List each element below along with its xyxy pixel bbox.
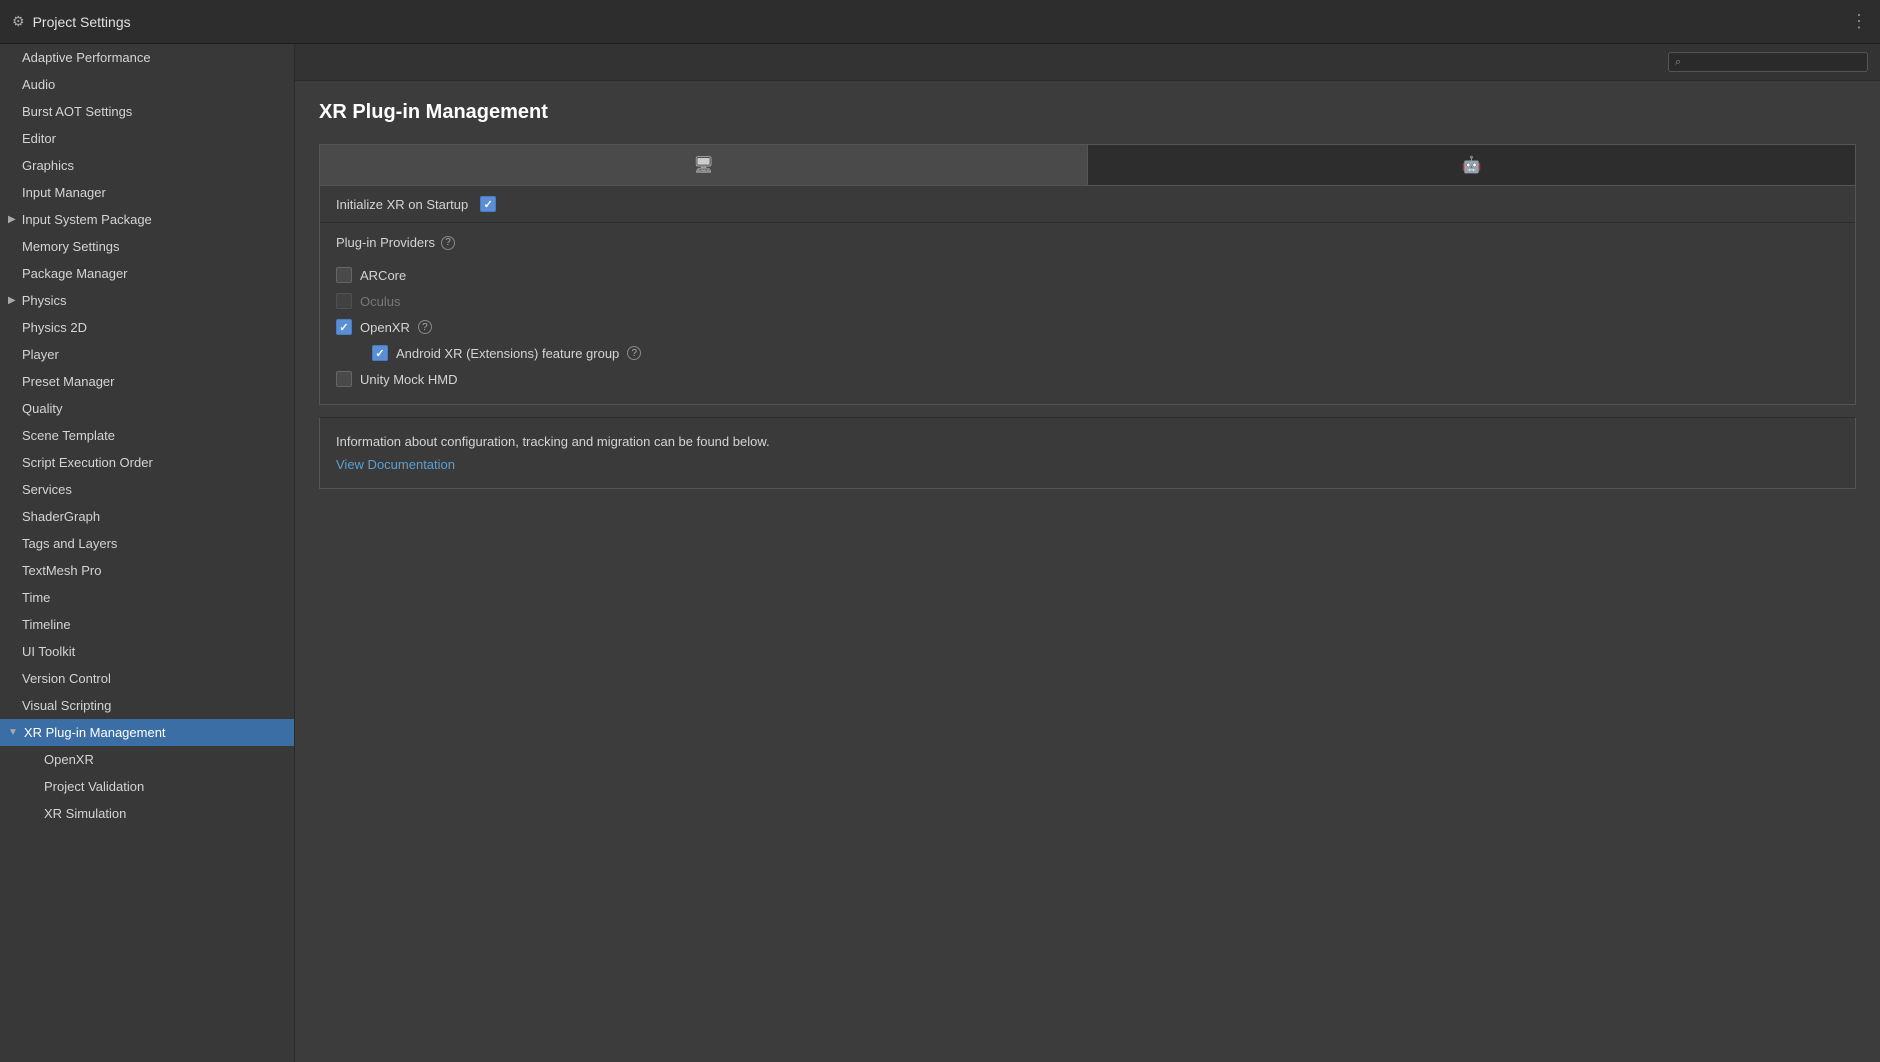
- search-bar: ⌕: [295, 44, 1880, 81]
- initialize-xr-checkbox[interactable]: [480, 196, 496, 212]
- arcore-checkbox[interactable]: [336, 267, 352, 283]
- arrow-down-icon: ▼: [8, 727, 18, 738]
- main-layout: Adaptive Performance Audio Burst AOT Set…: [0, 44, 1880, 1062]
- tabs-row: 🖥 🤖: [319, 144, 1856, 186]
- unity-mock-hmd-checkbox[interactable]: [336, 371, 352, 387]
- info-text: Information about configuration, trackin…: [336, 434, 1839, 449]
- provider-android-xr: Android XR (Extensions) feature group ?: [336, 340, 1839, 366]
- settings-panel: Initialize XR on Startup Plug-in Provide…: [319, 186, 1856, 405]
- android-icon: 🤖: [1462, 155, 1482, 175]
- content-area: ⌕ XR Plug-in Management 🖥 🤖 Initializ: [295, 44, 1880, 1062]
- sidebar-item-ui-toolkit[interactable]: UI Toolkit: [0, 638, 294, 665]
- tab-pc[interactable]: 🖥: [320, 145, 1088, 185]
- provider-arcore: ARCore: [336, 262, 1839, 288]
- oculus-checkbox[interactable]: [336, 293, 352, 309]
- sidebar-item-graphics[interactable]: Graphics: [0, 152, 294, 179]
- arrow-icon: ▶: [8, 214, 16, 225]
- arrow-icon: ▶: [8, 295, 16, 306]
- info-section: Information about configuration, trackin…: [319, 417, 1856, 489]
- sidebar-item-input-manager[interactable]: Input Manager: [0, 179, 294, 206]
- sidebar-item-tags-and-layers[interactable]: Tags and Layers: [0, 530, 294, 557]
- oculus-label: Oculus: [360, 294, 400, 309]
- sidebar-item-script-execution-order[interactable]: Script Execution Order: [0, 449, 294, 476]
- sidebar-item-services[interactable]: Services: [0, 476, 294, 503]
- providers-header: Plug-in Providers ?: [336, 235, 1839, 250]
- sidebar-item-xr-simulation[interactable]: XR Simulation: [0, 800, 294, 827]
- providers-section: Plug-in Providers ? ARCore Oculus: [320, 223, 1855, 404]
- provider-unity-mock-hmd: Unity Mock HMD: [336, 366, 1839, 392]
- sidebar-item-input-system-package[interactable]: ▶ Input System Package: [0, 206, 294, 233]
- sidebar-item-audio[interactable]: Audio: [0, 71, 294, 98]
- sidebar-item-adaptive-performance[interactable]: Adaptive Performance: [0, 44, 294, 71]
- android-xr-label: Android XR (Extensions) feature group: [396, 346, 619, 361]
- sidebar-item-xr-plugin-management[interactable]: ▼ XR Plug-in Management: [0, 719, 294, 746]
- sidebar-item-openxr[interactable]: OpenXR: [0, 746, 294, 773]
- settings-icon: ⚙: [12, 13, 25, 30]
- monitor-icon: 🖥: [693, 155, 713, 175]
- openxr-label: OpenXR: [360, 320, 410, 335]
- providers-help-icon[interactable]: ?: [441, 236, 455, 250]
- initialize-xr-row: Initialize XR on Startup: [320, 186, 1855, 223]
- provider-openxr: OpenXR ?: [336, 314, 1839, 340]
- sidebar-item-timeline[interactable]: Timeline: [0, 611, 294, 638]
- window-title: Project Settings: [33, 14, 131, 30]
- view-documentation-link[interactable]: View Documentation: [336, 457, 455, 472]
- title-bar-left: ⚙ Project Settings: [12, 13, 131, 30]
- arcore-label: ARCore: [360, 268, 406, 283]
- sidebar-item-preset-manager[interactable]: Preset Manager: [0, 368, 294, 395]
- sidebar-item-burst-aot-settings[interactable]: Burst AOT Settings: [0, 98, 294, 125]
- openxr-checkbox[interactable]: [336, 319, 352, 335]
- sidebar: Adaptive Performance Audio Burst AOT Set…: [0, 44, 295, 1062]
- sidebar-item-physics-2d[interactable]: Physics 2D: [0, 314, 294, 341]
- sidebar-item-physics[interactable]: ▶ Physics: [0, 287, 294, 314]
- sidebar-item-project-validation[interactable]: Project Validation: [0, 773, 294, 800]
- unity-mock-hmd-label: Unity Mock HMD: [360, 372, 458, 387]
- sidebar-item-time[interactable]: Time: [0, 584, 294, 611]
- title-bar-menu-icon[interactable]: ⋮: [1850, 11, 1868, 32]
- sidebar-item-editor[interactable]: Editor: [0, 125, 294, 152]
- page-title: XR Plug-in Management: [319, 101, 1856, 124]
- initialize-xr-label: Initialize XR on Startup: [336, 197, 468, 212]
- android-xr-help-icon[interactable]: ?: [627, 346, 641, 360]
- sidebar-item-textmesh-pro[interactable]: TextMesh Pro: [0, 557, 294, 584]
- sidebar-item-shader-graph[interactable]: ShaderGraph: [0, 503, 294, 530]
- sidebar-item-quality[interactable]: Quality: [0, 395, 294, 422]
- android-xr-checkbox[interactable]: [372, 345, 388, 361]
- sidebar-item-version-control[interactable]: Version Control: [0, 665, 294, 692]
- search-icon: ⌕: [1675, 56, 1681, 69]
- provider-oculus: Oculus: [336, 288, 1839, 314]
- title-bar: ⚙ Project Settings ⋮: [0, 0, 1880, 44]
- providers-title: Plug-in Providers: [336, 235, 435, 250]
- openxr-help-icon[interactable]: ?: [418, 320, 432, 334]
- page-content: XR Plug-in Management 🖥 🤖 Initialize XR …: [295, 81, 1880, 1062]
- search-input[interactable]: [1685, 55, 1861, 69]
- sidebar-item-scene-template[interactable]: Scene Template: [0, 422, 294, 449]
- search-wrapper[interactable]: ⌕: [1668, 52, 1868, 72]
- sidebar-item-player[interactable]: Player: [0, 341, 294, 368]
- sidebar-item-visual-scripting[interactable]: Visual Scripting: [0, 692, 294, 719]
- tab-android[interactable]: 🤖: [1088, 145, 1855, 185]
- sidebar-item-package-manager[interactable]: Package Manager: [0, 260, 294, 287]
- sidebar-item-memory-settings[interactable]: Memory Settings: [0, 233, 294, 260]
